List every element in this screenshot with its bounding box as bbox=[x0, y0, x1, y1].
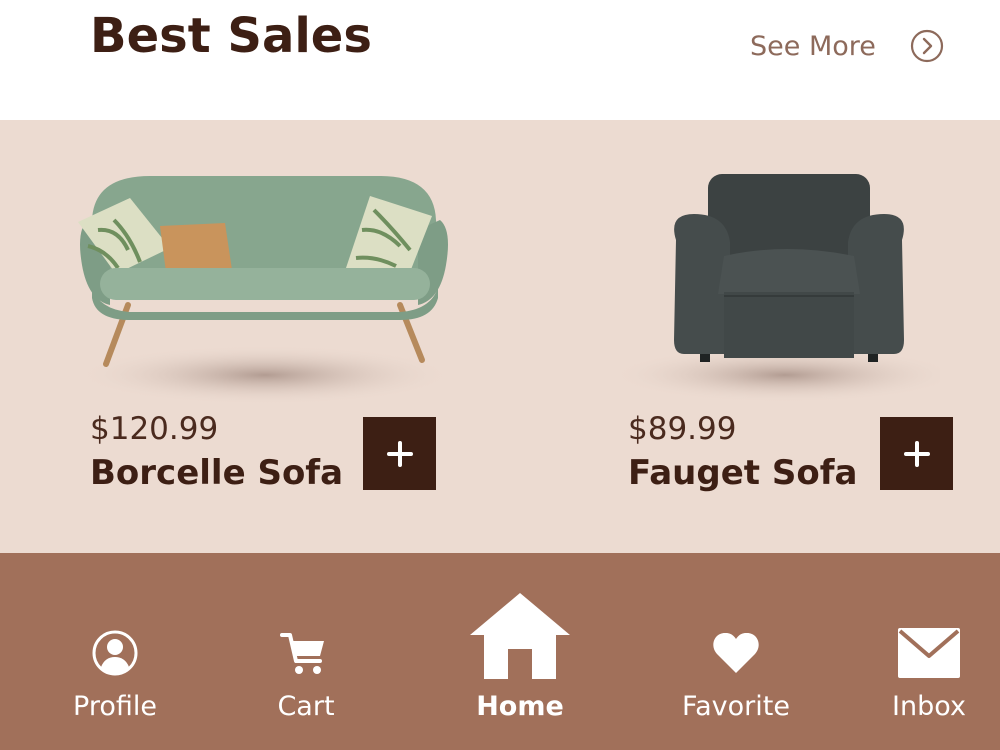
page-title: Best Sales bbox=[90, 8, 372, 64]
nav-label: Inbox bbox=[892, 691, 966, 722]
mail-icon bbox=[898, 628, 960, 678]
add-to-cart-button[interactable] bbox=[363, 417, 436, 490]
add-to-cart-button[interactable] bbox=[880, 417, 953, 490]
green-sofa-image[interactable] bbox=[70, 170, 460, 420]
see-more-label: See More bbox=[750, 30, 876, 62]
product-price: $120.99 bbox=[90, 411, 219, 447]
product-name: Borcelle Sofa bbox=[90, 453, 344, 493]
nav-item-profile[interactable]: Profile bbox=[55, 553, 175, 750]
product-card[interactable]: $120.99 Borcelle Sofa bbox=[0, 120, 500, 553]
dark-gray-armchair-image[interactable] bbox=[590, 170, 940, 420]
nav-item-inbox[interactable]: Inbox bbox=[874, 553, 984, 750]
product-list: $120.99 Borcelle Sofa $89.99 Fauget Sofa bbox=[0, 120, 1000, 553]
header: Best Sales See More bbox=[0, 0, 1000, 120]
nav-item-home[interactable]: Home bbox=[455, 553, 585, 750]
plus-icon bbox=[386, 440, 413, 467]
product-name: Fauget Sofa bbox=[628, 453, 858, 493]
plus-icon bbox=[903, 440, 930, 467]
see-more-link[interactable]: See More bbox=[750, 28, 944, 64]
product-card[interactable]: $89.99 Fauget Sofa bbox=[500, 120, 1000, 553]
best-sales-screen: Best Sales See More $120.99 Borcelle Sof… bbox=[0, 0, 1000, 750]
bottom-nav: Profile Cart Home Favorite Inbox bbox=[0, 553, 1000, 750]
heart-icon bbox=[713, 632, 759, 673]
nav-label: Home bbox=[476, 691, 564, 722]
cart-icon bbox=[280, 633, 324, 674]
chevron-right-circle-icon bbox=[910, 29, 943, 63]
nav-label: Favorite bbox=[682, 691, 790, 722]
home-icon bbox=[470, 593, 570, 679]
profile-icon bbox=[92, 630, 138, 676]
nav-item-cart[interactable]: Cart bbox=[246, 553, 366, 750]
nav-item-favorite[interactable]: Favorite bbox=[666, 553, 806, 750]
nav-label: Cart bbox=[277, 691, 335, 722]
nav-label: Profile bbox=[73, 691, 157, 722]
product-price: $89.99 bbox=[628, 411, 737, 447]
